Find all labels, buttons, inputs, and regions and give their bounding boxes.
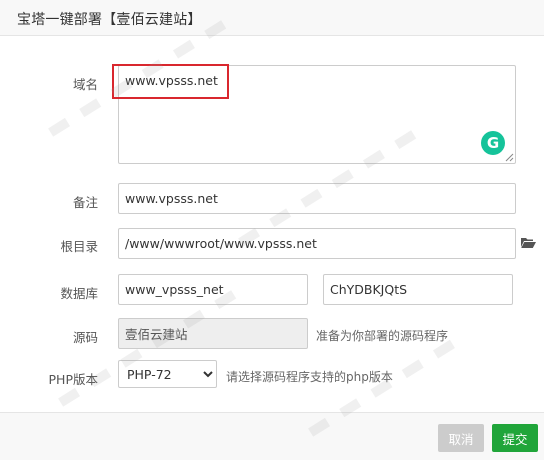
domain-textarea[interactable]: www.vpsss.net (118, 65, 516, 164)
cancel-button[interactable]: 取消 (438, 424, 484, 452)
folder-open-icon[interactable] (520, 236, 536, 249)
root-dir-label: 根目录 (60, 239, 98, 254)
source-label: 源码 (72, 330, 98, 345)
submit-button[interactable]: 提交 (492, 424, 538, 452)
database-password-input[interactable] (323, 274, 513, 305)
php-version-label: PHP版本 (48, 372, 98, 387)
deploy-dialog: 宝塔一键部署【壹佰云建站】 域名 www.vpsss.net G 备注 根目录 … (0, 0, 544, 460)
dialog-title: 宝塔一键部署【壹佰云建站】 (17, 12, 202, 28)
dialog-titlebar: 宝塔一键部署【壹佰云建站】 (0, 0, 544, 36)
database-label: 数据库 (60, 286, 98, 301)
remark-input[interactable] (118, 183, 516, 214)
remark-label: 备注 (72, 195, 98, 210)
resize-grip-icon[interactable] (505, 153, 514, 162)
dialog-footer: 取消 提交 (0, 412, 544, 460)
root-dir-input[interactable] (118, 228, 516, 259)
source-input (118, 318, 308, 349)
grammarly-icon[interactable]: G (481, 131, 505, 155)
domain-label: 域名 (72, 77, 98, 92)
database-name-input[interactable] (118, 274, 308, 305)
source-hint: 准备为你部署的源码程序 (316, 329, 449, 343)
php-version-select[interactable]: PHP-72 (118, 360, 217, 388)
php-version-hint: 请选择源码程序支持的php版本 (226, 370, 393, 384)
